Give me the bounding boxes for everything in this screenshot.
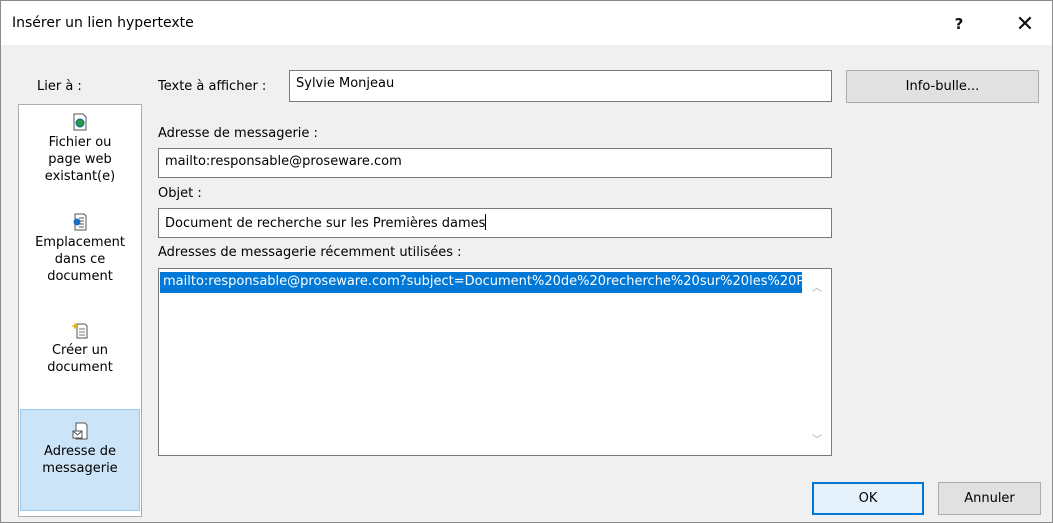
- web-page-icon: [73, 113, 87, 131]
- nav-label-line: messagerie: [42, 461, 118, 476]
- nav-label-line: Fichier ou: [48, 135, 112, 150]
- cancel-button[interactable]: Annuler: [938, 482, 1041, 515]
- text-caret: [485, 214, 487, 230]
- nav-label-line: existant(e): [44, 169, 116, 184]
- display-text-label: Texte à afficher :: [158, 79, 267, 94]
- nav-label-line: Créer un: [51, 343, 109, 358]
- nav-email-address[interactable]: Adresse de messagerie: [20, 409, 140, 511]
- scroll-down-icon[interactable]: ﹀: [812, 431, 822, 446]
- close-button[interactable]: ✕: [1005, 9, 1045, 39]
- scroll-up-icon[interactable]: ︿: [812, 279, 822, 294]
- email-icon: [72, 422, 88, 440]
- recent-emails-label: Adresses de messagerie récemment utilisé…: [158, 245, 462, 260]
- ok-button[interactable]: OK: [812, 482, 924, 515]
- nav-create-new-document[interactable]: Créer un document: [20, 321, 140, 376]
- document-place-icon: [73, 213, 87, 231]
- subject-input[interactable]: Document de recherche sur les Premières …: [158, 208, 832, 238]
- subject-value: Document de recherche sur les Premières …: [165, 216, 486, 231]
- nav-label-line: dans ce: [54, 252, 106, 267]
- dialog-title: Insérer un lien hypertexte: [12, 15, 194, 31]
- list-item[interactable]: mailto:responsable@proseware.com?subject…: [160, 272, 802, 293]
- nav-place-in-document[interactable]: Emplacement dans ce document: [20, 213, 140, 285]
- display-text-input[interactable]: Sylvie Monjeau: [289, 70, 832, 102]
- recent-emails-list[interactable]: mailto:responsable@proseware.com?subject…: [158, 268, 832, 456]
- nav-label-line: page web: [48, 152, 112, 167]
- nav-existing-file-or-web-page[interactable]: Fichier ou page web existant(e): [20, 113, 140, 185]
- nav-label-line: document: [47, 269, 113, 284]
- scrollbar[interactable]: ︿ ﹀: [804, 269, 831, 455]
- nav-label-line: document: [47, 360, 113, 375]
- email-address-input[interactable]: mailto:responsable@proseware.com: [158, 148, 832, 178]
- new-document-icon: [72, 322, 88, 339]
- hyperlink-dialog: Insérer un lien hypertexte ? ✕ Lier à : …: [0, 0, 1053, 523]
- title-bar: Insérer un lien hypertexte ? ✕: [1, 1, 1052, 45]
- link-type-nav: Fichier ou page web existant(e) Emplacem…: [18, 104, 142, 517]
- nav-label-line: Emplacement: [35, 235, 125, 250]
- nav-label-line: Adresse de: [44, 444, 116, 459]
- screentip-button[interactable]: Info-bulle...: [846, 70, 1039, 103]
- help-button[interactable]: ?: [939, 9, 979, 39]
- link-to-label: Lier à :: [37, 79, 82, 94]
- email-address-label: Adresse de messagerie :: [158, 126, 318, 141]
- subject-label: Objet :: [158, 186, 202, 201]
